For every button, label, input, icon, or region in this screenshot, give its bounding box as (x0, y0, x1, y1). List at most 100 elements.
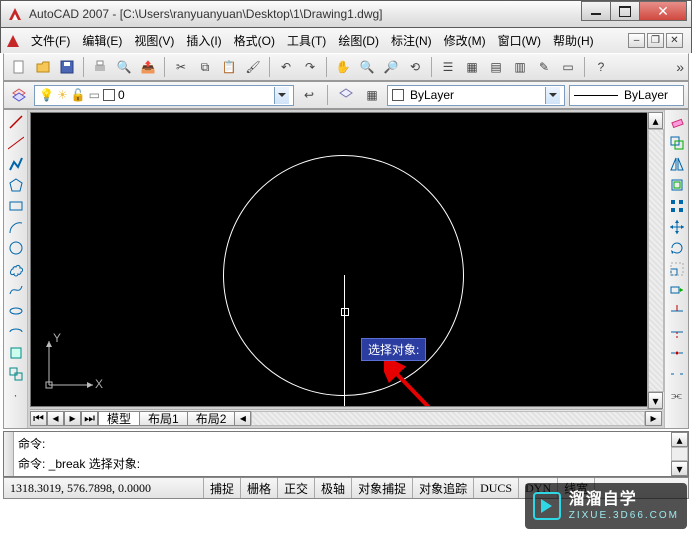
menu-modify[interactable]: 修改(M) (438, 29, 492, 52)
layer-manager-button[interactable] (8, 84, 30, 106)
xline-tool[interactable] (6, 133, 26, 153)
offset-tool[interactable] (667, 175, 687, 195)
vertical-scrollbar[interactable]: ▴ ▾ (647, 112, 664, 409)
mirror-tool[interactable] (667, 154, 687, 174)
menu-window[interactable]: 窗口(W) (492, 29, 547, 52)
menu-tools[interactable]: 工具(T) (281, 29, 332, 52)
maximize-button[interactable] (610, 1, 640, 21)
command-text[interactable]: 命令: 命令: _break 选择对象: (14, 432, 671, 476)
publish-button[interactable]: 📤 (137, 56, 159, 78)
ortho-toggle[interactable]: 正交 (278, 478, 315, 498)
tab-prev-button[interactable]: ◂ (47, 411, 64, 426)
insert-block-tool[interactable] (6, 343, 26, 363)
minimize-button[interactable] (581, 1, 611, 21)
plot-preview-button[interactable]: 🔍 (113, 56, 135, 78)
hscroll-track[interactable] (251, 411, 645, 426)
redo-button[interactable]: ↷ (299, 56, 321, 78)
save-button[interactable] (56, 56, 78, 78)
erase-tool[interactable] (667, 112, 687, 132)
scroll-up-button[interactable]: ▴ (671, 432, 688, 447)
undo-button[interactable]: ↶ (275, 56, 297, 78)
command-grip-icon[interactable] (4, 432, 14, 476)
stretch-tool[interactable] (667, 280, 687, 300)
scroll-up-button[interactable]: ▴ (648, 112, 663, 129)
pline-tool[interactable] (6, 154, 26, 174)
close-button[interactable]: ✕ (639, 1, 687, 21)
tab-last-button[interactable]: ⏭ (81, 411, 98, 426)
menu-format[interactable]: 格式(O) (228, 29, 281, 52)
pan-button[interactable]: ✋ (332, 56, 354, 78)
circle-tool[interactable] (6, 238, 26, 258)
properties-button[interactable]: ☰ (437, 56, 459, 78)
spline-tool[interactable] (6, 280, 26, 300)
markup-button[interactable]: ✎ (533, 56, 555, 78)
mdi-minimize[interactable]: – (628, 33, 645, 48)
menu-edit[interactable]: 编辑(E) (76, 29, 128, 52)
scroll-down-button[interactable]: ▾ (648, 392, 663, 409)
break-tool[interactable] (667, 364, 687, 384)
tab-model[interactable]: 模型 (98, 411, 140, 426)
tool-palette-button[interactable]: ▤ (485, 56, 507, 78)
command-window[interactable]: 命令: 命令: _break 选择对象: ▴ ▾ (3, 431, 689, 477)
scale-tool[interactable] (667, 259, 687, 279)
color-dropdown[interactable]: ByLayer (387, 85, 565, 106)
layer-dropdown[interactable]: 💡 ☀ 🔓 ▭ 0 (34, 85, 294, 106)
command-scrollbar[interactable]: ▴ ▾ (671, 432, 688, 476)
hscroll-right-button[interactable]: ▸ (645, 411, 662, 426)
mdi-close[interactable]: ✕ (666, 33, 683, 48)
tab-layout2[interactable]: 布局2 (187, 411, 236, 426)
hscroll-left-button[interactable]: ◂ (234, 411, 251, 426)
tab-first-button[interactable]: ⏮ (30, 411, 47, 426)
menu-file[interactable]: 文件(F) (25, 29, 76, 52)
menu-dimension[interactable]: 标注(N) (385, 29, 438, 52)
menu-draw[interactable]: 绘图(D) (332, 29, 385, 52)
ducs-toggle[interactable]: DUCS (474, 478, 519, 498)
polar-toggle[interactable]: 极轴 (315, 478, 352, 498)
print-button[interactable] (89, 56, 111, 78)
cut-button[interactable]: ✂ (170, 56, 192, 78)
grid-toggle[interactable]: 栅格 (241, 478, 278, 498)
zoom-prev-button[interactable]: ⟲ (404, 56, 426, 78)
trim-tool[interactable] (667, 301, 687, 321)
layer-previous-button[interactable]: ↩ (298, 84, 320, 106)
dropdown-arrow-icon[interactable] (274, 87, 289, 104)
menu-insert[interactable]: 插入(I) (180, 29, 227, 52)
dcenter-button[interactable]: ▦ (461, 56, 483, 78)
paste-button[interactable]: 📋 (218, 56, 240, 78)
osnap-toggle[interactable]: 对象捕捉 (352, 478, 413, 498)
match-button[interactable]: 🖌 (242, 56, 264, 78)
rectangle-tool[interactable] (6, 196, 26, 216)
otrack-toggle[interactable]: 对象追踪 (413, 478, 474, 498)
layer-iso-button[interactable]: ▦ (361, 84, 383, 106)
zoom-window-button[interactable]: 🔎 (380, 56, 402, 78)
dropdown-arrow-icon[interactable] (545, 87, 560, 104)
copy-button[interactable]: ⧉ (194, 56, 216, 78)
calc-button[interactable]: ▭ (557, 56, 579, 78)
toolbar-overflow-icon[interactable]: » (676, 59, 684, 75)
ellipse-arc-tool[interactable] (6, 322, 26, 342)
scroll-down-button[interactable]: ▾ (671, 461, 688, 476)
help-button[interactable]: ? (590, 56, 612, 78)
menu-view[interactable]: 视图(V) (128, 29, 180, 52)
move-tool[interactable] (667, 217, 687, 237)
zoom-rt-button[interactable]: 🔍 (356, 56, 378, 78)
copy-tool[interactable] (667, 133, 687, 153)
array-tool[interactable] (667, 196, 687, 216)
ssm-button[interactable]: ▥ (509, 56, 531, 78)
rotate-tool[interactable] (667, 238, 687, 258)
linetype-dropdown[interactable]: ByLayer (569, 85, 684, 106)
open-button[interactable] (32, 56, 54, 78)
polygon-tool[interactable] (6, 175, 26, 195)
arc-tool[interactable] (6, 217, 26, 237)
tab-layout1[interactable]: 布局1 (139, 411, 188, 426)
layer-states-button[interactable] (335, 84, 357, 106)
line-tool[interactable] (6, 112, 26, 132)
coords-display[interactable]: 1318.3019, 576.7898, 0.0000 (4, 478, 204, 498)
point-tool[interactable]: · (6, 385, 26, 405)
qnew-button[interactable] (8, 56, 30, 78)
make-block-tool[interactable] (6, 364, 26, 384)
menu-help[interactable]: 帮助(H) (547, 29, 600, 52)
break-at-point-tool[interactable] (667, 343, 687, 363)
ellipse-tool[interactable] (6, 301, 26, 321)
revcloud-tool[interactable] (6, 259, 26, 279)
